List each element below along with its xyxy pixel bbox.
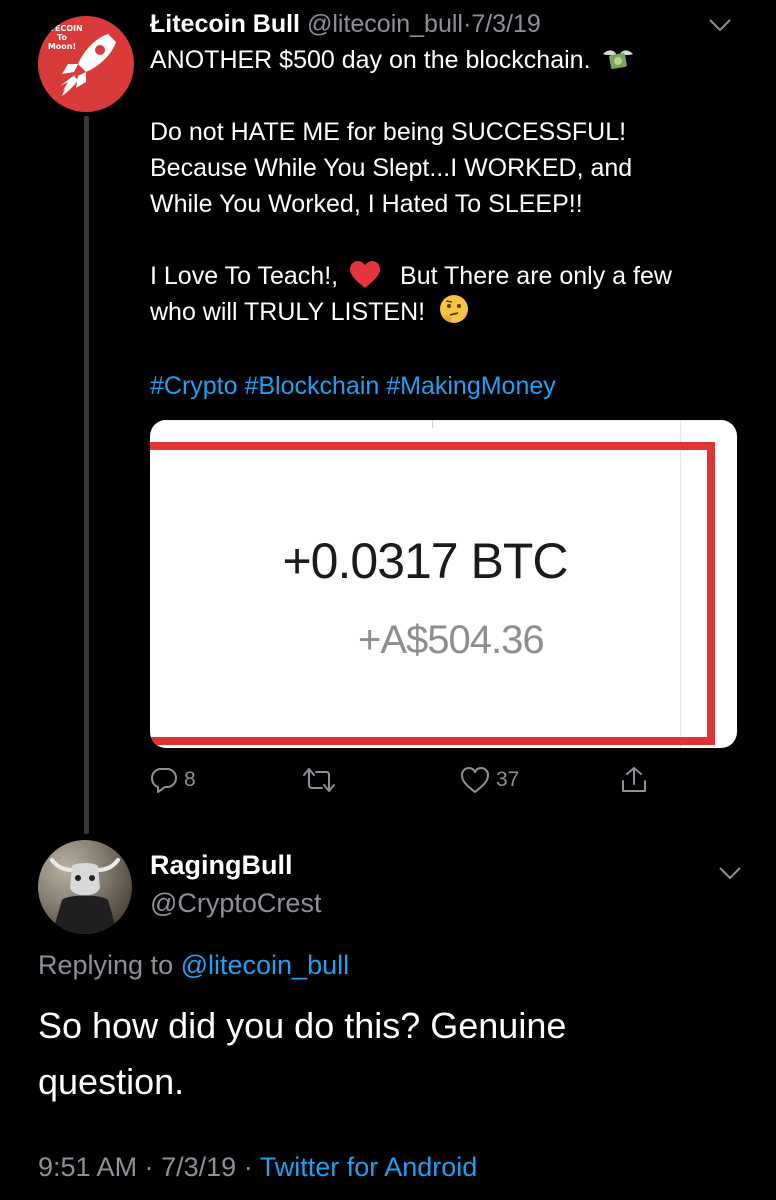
replying-to-line: Replying to @litecoin_bull — [38, 946, 349, 984]
tweet-line: who will TRULY LISTEN! — [150, 294, 470, 330]
fiat-amount: +A$504.36 — [358, 618, 545, 662]
tweet-line: While You Worked, I Hated To SLEEP!! — [150, 190, 583, 218]
reply-source-link[interactable]: Twitter for Android — [260, 1152, 478, 1182]
reply-author-name[interactable]: RagingBull — [150, 846, 293, 884]
author-handle[interactable]: @litecoin_bull — [307, 10, 463, 38]
like-button[interactable]: 37 — [460, 762, 519, 798]
tweet-date[interactable]: 7/3/19 — [471, 10, 541, 38]
reply-icon — [151, 768, 177, 793]
share-button[interactable] — [620, 762, 648, 798]
avatar-text-line: To — [57, 33, 67, 42]
image-tick — [432, 420, 433, 428]
author-avatar[interactable]: LITECOIN To Moon! — [38, 16, 134, 112]
reply-time: 9:51 AM — [38, 1152, 138, 1182]
bull-mask-avatar-icon — [50, 858, 120, 934]
reply-button[interactable]: 8 — [150, 762, 196, 798]
money-with-wings-icon — [603, 50, 634, 69]
retweet-icon — [303, 768, 335, 792]
chevron-down-icon[interactable] — [708, 18, 732, 32]
thread-connector-line — [84, 116, 89, 834]
replying-to-handle[interactable]: @litecoin_bull — [181, 950, 350, 980]
red-heart-icon — [350, 261, 381, 288]
tweet-header: Łitecoin Bull @litecoin_bull·7/3/19 — [150, 6, 541, 42]
thinking-face-icon — [440, 295, 469, 323]
reply-author-handle[interactable]: @CryptoCrest — [150, 884, 321, 922]
image-divider — [150, 420, 737, 421]
tweet-image[interactable]: +0.0317 BTC +A$504.36 — [150, 420, 737, 748]
footer-separator: · — [144, 1152, 154, 1182]
tweet-line-text: who will TRULY LISTEN! — [150, 298, 426, 326]
hashtags[interactable]: #Crypto #Blockchain #MakingMoney — [150, 368, 556, 404]
reply-count: 8 — [184, 768, 196, 791]
tweet-line-text: But There are only a few — [400, 262, 672, 290]
chevron-down-icon[interactable] — [718, 866, 742, 880]
like-icon — [461, 767, 489, 793]
tweet-line: I Love To Teach!, But There are only a f… — [150, 258, 672, 294]
avatar-text-line: Moon! — [47, 42, 77, 51]
retweet-button[interactable] — [302, 762, 336, 798]
reply-author-avatar[interactable] — [38, 840, 132, 934]
tweet-line-text: ANOTHER $500 day on the blockchain. — [150, 46, 591, 74]
reply-footer: 9:51 AM · 7/3/19 · Twitter for Android — [38, 1148, 477, 1186]
tweet-line: Because While You Slept...I WORKED, and — [150, 154, 633, 182]
share-icon — [622, 767, 646, 792]
tweet-line: ANOTHER $500 day on the blockchain. — [150, 42, 635, 78]
footer-separator: · — [243, 1152, 253, 1182]
author-name[interactable]: Łitecoin Bull — [150, 10, 300, 38]
reply-text: So how did you do this? Genuine question… — [38, 1005, 567, 1102]
avatar-logo-text: LITECOIN To Moon! — [38, 24, 86, 51]
reply-date: 7/3/19 — [161, 1152, 237, 1182]
replying-prefix: Replying to — [38, 950, 174, 980]
like-count: 37 — [496, 768, 520, 791]
tweet-line: Do not HATE ME for being SUCCESSFUL! — [150, 118, 627, 146]
btc-amount: +0.0317 BTC — [282, 533, 568, 589]
avatar-text-line: LITECOIN — [41, 24, 83, 33]
red-highlight-box — [150, 442, 715, 745]
tweet-line-text: I Love To Teach!, — [150, 262, 339, 290]
